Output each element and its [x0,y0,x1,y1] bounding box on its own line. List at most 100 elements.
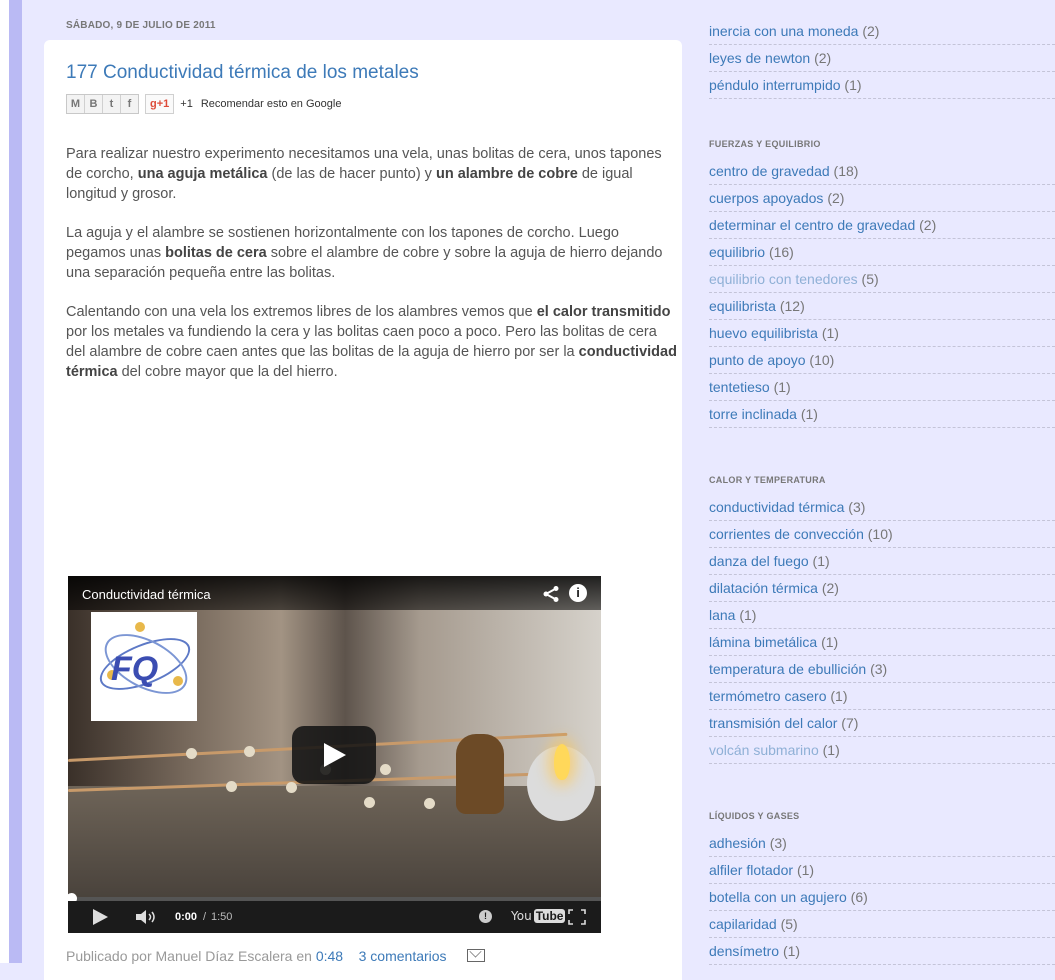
label-item: botella con un agujero (6) [709,884,1055,911]
label-item: cuerpos apoyados (2) [709,185,1055,212]
label-item: péndulo interrumpido (1) [709,72,1055,99]
fullscreen-icon[interactable] [568,909,586,925]
label-link[interactable]: transmisión del calor [709,715,837,731]
fq-dot [173,676,183,686]
label-link[interactable]: centro de gravedad [709,163,830,179]
label-count: (1) [830,688,848,704]
label-item: dilatación térmica (2) [709,575,1055,602]
candle-flame [554,744,570,780]
recommend-google-link[interactable]: Recomendar esto en Google [201,98,342,110]
label-item: densímetro (1) [709,938,1055,965]
date-header: SÁBADO, 9 DE JULIO DE 2011 [66,20,216,31]
paragraph-text: del cobre mayor que la del hierro. [117,364,338,380]
google-plusone-button[interactable]: g+1 [145,94,175,114]
label-item: tentetieso (1) [709,374,1055,401]
watch-later-icon[interactable]: ! [479,910,492,923]
fq-logo: FQ [91,612,197,721]
label-link[interactable]: conductividad térmica [709,499,844,515]
bold-text: el calor transmitido [536,304,671,320]
bold-text: una aguja metálica [137,166,268,182]
youtube-logo-tube: Tube [533,909,566,923]
post: 177 Conductividad térmica de los metales… [44,40,682,980]
label-link[interactable]: inercia con una moneda [709,23,858,39]
label-item: inercia con una moneda (2) [709,18,1055,45]
paragraph-text: por los metales va fundiendo la cera y l… [66,324,657,360]
widget-title: FUERZAS Y EQUILIBRIO [709,139,821,149]
label-link[interactable]: termómetro casero [709,688,826,704]
label-link[interactable]: densímetro [709,943,779,959]
wax-bead [364,797,375,808]
label-item: volcán submarino (1) [709,737,1055,764]
video-title[interactable]: Conductividad térmica [82,587,211,602]
share-blog-icon[interactable]: B [85,95,103,113]
fq-logo-text: FQ [111,650,159,688]
left-accent-bar [9,0,22,963]
label-item: equilibrio (16) [709,239,1055,266]
label-link[interactable]: huevo equilibrista [709,325,818,341]
label-count: (1) [739,607,757,623]
label-link[interactable]: adhesión [709,835,766,851]
label-count: (1) [800,406,818,422]
share-bar: M B t f g+1 +1 Recomendar esto en Google [66,94,341,114]
label-link[interactable]: péndulo interrumpido [709,77,841,93]
label-link[interactable]: volcán submarino [709,742,819,758]
label-count: (2) [814,50,832,66]
label-link[interactable]: leyes de newton [709,50,810,66]
label-item: punto de apoyo (10) [709,347,1055,374]
email-post-icon[interactable] [466,949,485,962]
label-link[interactable]: cuerpos apoyados [709,190,823,206]
wax-bead [226,781,237,792]
share-facebook-icon[interactable]: f [121,95,138,113]
wax-bead [186,748,197,759]
label-link[interactable]: dilatación térmica [709,580,818,596]
label-item: equilibrio con tenedores (5) [709,266,1055,293]
label-count: (3) [870,661,888,677]
label-link[interactable]: temperatura de ebullición [709,661,866,677]
label-link[interactable]: botella con un agujero [709,889,847,905]
share-icon[interactable] [542,585,560,603]
play-button[interactable] [292,726,376,784]
comments-link[interactable]: 3 comentarios [359,948,447,964]
label-count: (16) [768,244,794,260]
label-list: centro de gravedad (18) cuerpos apoyados … [709,158,1055,428]
label-item: lana (1) [709,602,1055,629]
label-link[interactable]: alfiler flotador [709,862,793,878]
post-time-link[interactable]: 0:48 [316,948,343,964]
cork-stopper [456,734,504,814]
label-item: capilaridad (5) [709,911,1055,938]
play-icon[interactable] [92,909,108,925]
youtube-logo[interactable]: You Tube [511,909,566,923]
label-link[interactable]: equilibrio [709,244,765,260]
paragraph-text: Calentando con una vela los extremos lib… [66,304,537,320]
label-link[interactable]: danza del fuego [709,553,809,569]
label-count: (2) [919,217,937,233]
label-item: alfiler flotador (1) [709,857,1055,884]
label-link[interactable]: equilibrista [709,298,776,314]
left-decorative-stripe [0,0,22,963]
post-paragraph: Para realizar nuestro experimento necesi… [66,144,678,204]
label-count: (2) [827,190,845,206]
label-item: transmisión del calor (7) [709,710,1055,737]
share-twitter-icon[interactable]: t [103,95,121,113]
label-link[interactable]: torre inclinada [709,406,797,422]
label-count: (3) [769,835,787,851]
post-title[interactable]: 177 Conductividad térmica de los metales [66,62,419,84]
label-link[interactable]: equilibrio con tenedores [709,271,858,287]
label-link[interactable]: tentetieso [709,379,770,395]
label-count: (5) [861,271,879,287]
label-count: (18) [833,163,859,179]
label-item: termómetro casero (1) [709,683,1055,710]
label-link[interactable]: punto de apoyo [709,352,806,368]
info-icon[interactable]: i [569,584,587,602]
share-email-icon[interactable]: M [67,95,85,113]
label-link[interactable]: determinar el centro de gravedad [709,217,915,233]
labels-widget-fuerzas: FUERZAS Y EQUILIBRIO centro de gravedad … [709,139,1055,428]
label-item: determinar el centro de gravedad (2) [709,212,1055,239]
label-link[interactable]: lana [709,607,735,623]
label-link[interactable]: capilaridad [709,916,777,932]
label-count: (2) [862,23,880,39]
label-link[interactable]: corrientes de convección [709,526,864,542]
volume-icon[interactable] [136,909,158,925]
label-link[interactable]: lámina bimetálica [709,634,817,650]
embedded-video[interactable]: FQ Conductividad térmica i 0:00 / 1:50 !… [68,576,601,933]
